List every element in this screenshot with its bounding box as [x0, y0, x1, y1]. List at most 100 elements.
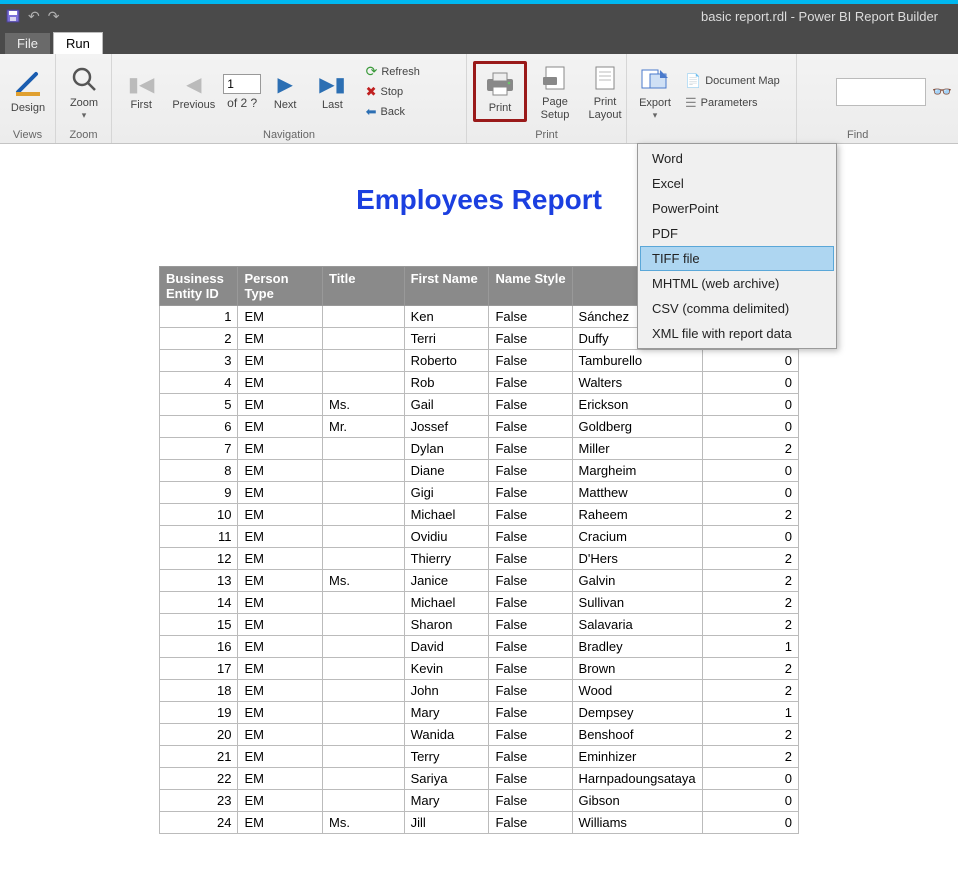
export-menu-item[interactable]: CSV (comma delimited)	[640, 296, 834, 321]
table-cell: False	[489, 548, 572, 570]
table-cell	[322, 702, 404, 724]
table-cell	[322, 768, 404, 790]
tab-run[interactable]: Run	[53, 32, 103, 54]
refresh-button[interactable]: ⟳ Refresh	[364, 62, 422, 81]
table-cell: False	[489, 658, 572, 680]
binoculars-icon[interactable]: 👓	[932, 82, 952, 102]
previous-button: ◀ Previous	[166, 70, 221, 113]
back-button[interactable]: ⬅ Back	[364, 103, 422, 121]
table-cell: D'Hers	[572, 548, 702, 570]
table-cell: Gigi	[404, 482, 489, 504]
document-map-button[interactable]: 📄 Document Map	[683, 72, 782, 90]
next-button[interactable]: ▶ Next	[263, 70, 307, 113]
export-menu-item[interactable]: TIFF file	[640, 246, 834, 271]
tab-file[interactable]: File	[4, 32, 51, 54]
table-cell: False	[489, 394, 572, 416]
print-layout-button[interactable]: Print Layout	[583, 60, 627, 122]
table-cell	[322, 548, 404, 570]
table-cell: Sharon	[404, 614, 489, 636]
table-cell: 2	[702, 658, 798, 680]
table-cell: Matthew	[572, 482, 702, 504]
table-cell: 23	[160, 790, 238, 812]
export-menu-item[interactable]: Excel	[640, 171, 834, 196]
table-row: 13EMMs.JaniceFalseGalvin2	[160, 570, 799, 592]
table-cell: EM	[238, 526, 323, 548]
table-cell: Janice	[404, 570, 489, 592]
table-cell: EM	[238, 438, 323, 460]
table-cell: EM	[238, 614, 323, 636]
export-menu-item[interactable]: Word	[640, 146, 834, 171]
table-cell: EM	[238, 658, 323, 680]
table-row: 19EMMaryFalseDempsey1	[160, 702, 799, 724]
ribbon: Design Views Zoom ▾ Zoom ▮◀ First ◀	[0, 54, 958, 144]
group-label-find: Find	[797, 129, 958, 143]
table-cell: 0	[702, 394, 798, 416]
save-icon[interactable]	[6, 9, 20, 23]
print-highlight: Print	[473, 61, 527, 121]
table-cell: False	[489, 460, 572, 482]
export-menu-item[interactable]: PDF	[640, 221, 834, 246]
table-cell: False	[489, 328, 572, 350]
export-menu-item[interactable]: XML file with report data	[640, 321, 834, 346]
table-cell: EM	[238, 680, 323, 702]
table-row: 3EMRobertoFalseTamburello0	[160, 350, 799, 372]
table-cell: Sullivan	[572, 592, 702, 614]
app-title: basic report.rdl - Power BI Report Build…	[59, 9, 958, 24]
zoom-button[interactable]: Zoom ▾	[62, 61, 106, 123]
page-number-input[interactable]	[223, 74, 261, 94]
stop-button[interactable]: ✖ Stop	[364, 83, 422, 101]
export-menu-item[interactable]: PowerPoint	[640, 196, 834, 221]
table-cell: Mary	[404, 702, 489, 724]
table-cell: 19	[160, 702, 238, 724]
export-dropdown[interactable]: WordExcelPowerPointPDFTIFF fileMHTML (we…	[637, 143, 837, 349]
group-label-print: Print	[467, 129, 626, 143]
document-map-icon: 📄	[685, 73, 701, 89]
table-cell: 16	[160, 636, 238, 658]
parameters-button[interactable]: ☰ Parameters	[683, 94, 782, 112]
table-cell: 2	[702, 724, 798, 746]
table-cell	[322, 372, 404, 394]
last-button[interactable]: ▶▮ Last	[309, 70, 355, 113]
table-cell: 0	[702, 768, 798, 790]
table-cell: EM	[238, 306, 323, 328]
page-setup-button[interactable]: Page Setup	[533, 60, 577, 122]
table-cell: 0	[702, 460, 798, 482]
table-cell: 0	[702, 416, 798, 438]
table-cell	[322, 592, 404, 614]
group-label-export	[627, 129, 796, 143]
export-menu-item[interactable]: MHTML (web archive)	[640, 271, 834, 296]
table-cell: Thierry	[404, 548, 489, 570]
table-cell: Wood	[572, 680, 702, 702]
refresh-icon: ⟳	[366, 63, 378, 80]
table-cell	[322, 746, 404, 768]
table-cell: 9	[160, 482, 238, 504]
table-cell: Gibson	[572, 790, 702, 812]
table-row: 12EMThierryFalseD'Hers2	[160, 548, 799, 570]
table-cell: Margheim	[572, 460, 702, 482]
table-cell	[322, 350, 404, 372]
find-input[interactable]	[836, 78, 926, 106]
table-cell: 1	[160, 306, 238, 328]
export-button[interactable]: Export ▾	[633, 61, 677, 123]
table-cell: Salavaria	[572, 614, 702, 636]
table-cell: False	[489, 504, 572, 526]
table-cell: EM	[238, 790, 323, 812]
table-cell: Michael	[404, 592, 489, 614]
table-cell	[322, 460, 404, 482]
table-cell: Dempsey	[572, 702, 702, 724]
ribbon-tabs: File Run	[0, 28, 958, 54]
back-icon: ⬅	[366, 104, 377, 120]
table-cell: False	[489, 614, 572, 636]
redo-icon[interactable]: ↷	[48, 8, 60, 25]
table-row: 14EMMichaelFalseSullivan2	[160, 592, 799, 614]
table-cell: Gail	[404, 394, 489, 416]
last-icon: ▶▮	[315, 72, 349, 97]
print-button[interactable]: Print	[478, 66, 522, 116]
table-cell: Mr.	[322, 416, 404, 438]
design-button[interactable]: Design	[6, 66, 50, 116]
table-cell: 17	[160, 658, 238, 680]
table-row: 21EMTerryFalseEminhizer2	[160, 746, 799, 768]
table-cell: Wanida	[404, 724, 489, 746]
undo-icon[interactable]: ↶	[28, 8, 40, 25]
table-cell: 2	[702, 680, 798, 702]
